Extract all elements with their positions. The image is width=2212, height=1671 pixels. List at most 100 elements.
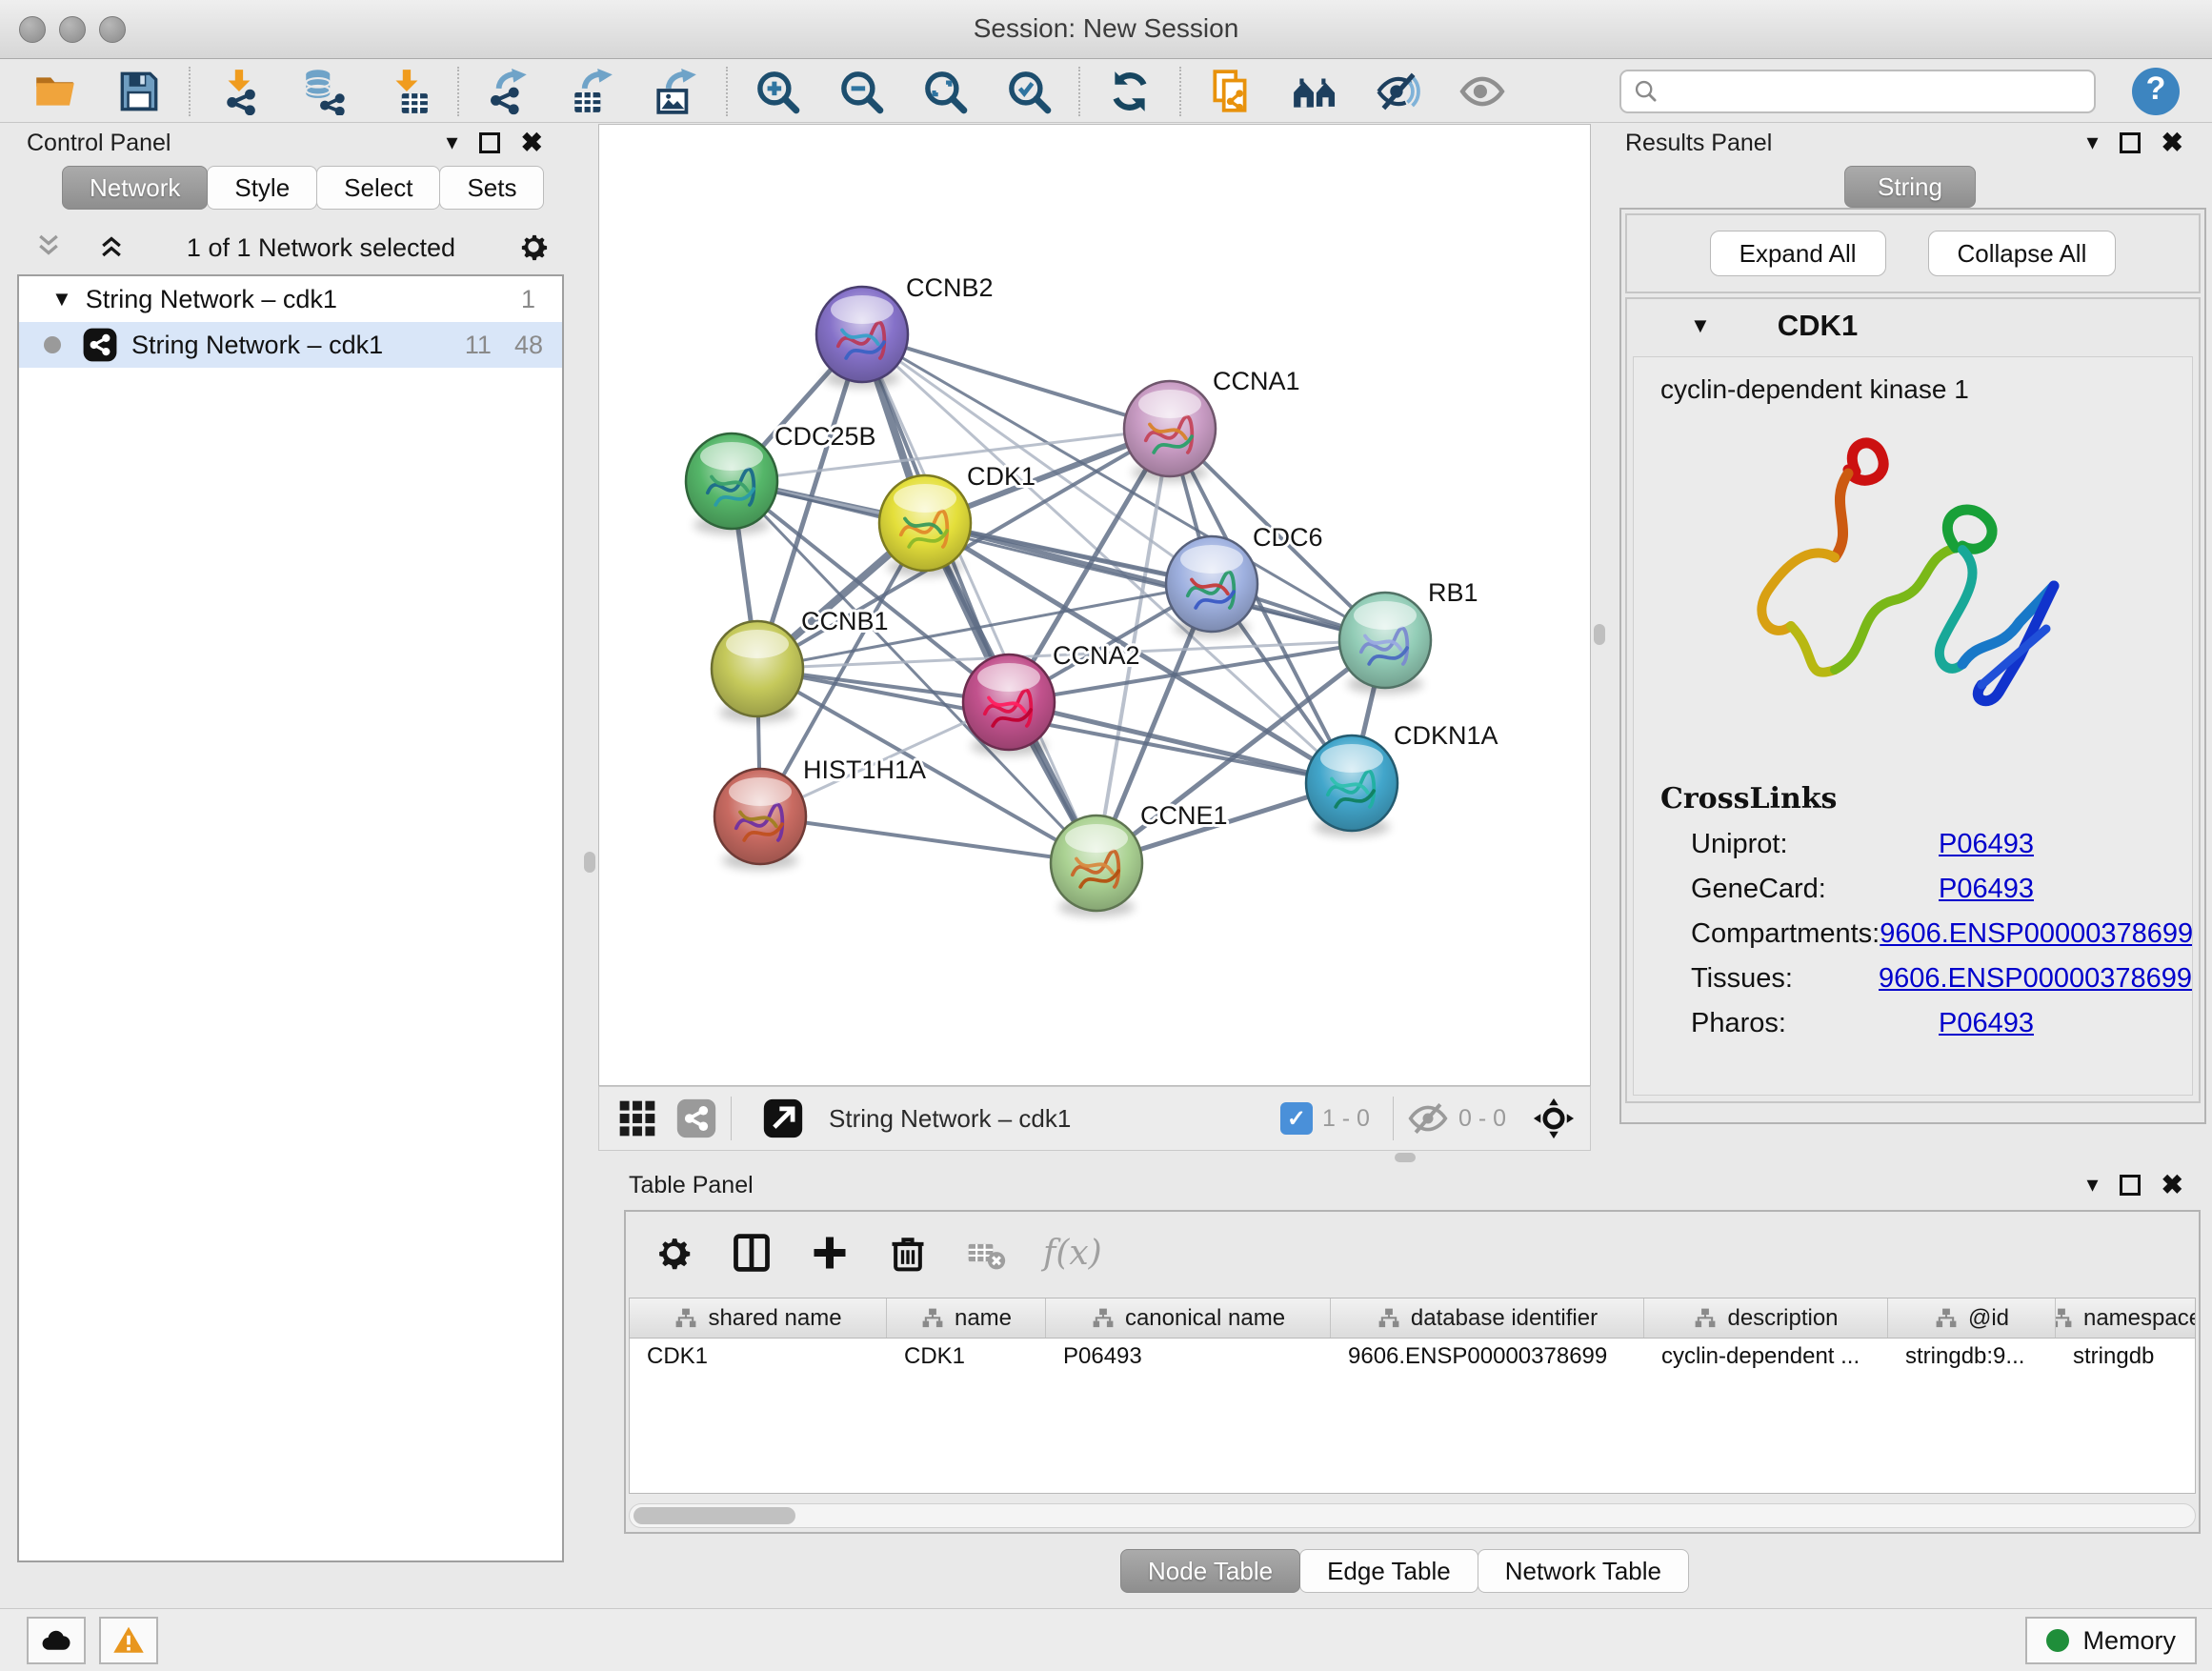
column-header-id[interactable]: @id — [1888, 1299, 2056, 1338]
zoom-in-button[interactable] — [735, 64, 819, 119]
crosslink-link[interactable]: 9606.ENSP00000378699 — [1879, 963, 2192, 995]
string-style-icon[interactable] — [675, 1097, 717, 1139]
copy-network-button[interactable] — [1189, 64, 1273, 119]
tab-sets[interactable]: Sets — [439, 166, 544, 210]
tab-style[interactable]: Style — [207, 166, 317, 210]
export-image-button[interactable] — [634, 64, 718, 119]
panel-float-icon[interactable] — [479, 132, 500, 153]
zoom-selected-button[interactable] — [987, 64, 1071, 119]
tab-network[interactable]: Network — [62, 166, 208, 210]
column-header-database-identifier[interactable]: database identifier — [1331, 1299, 1644, 1338]
cell-shared-name[interactable]: CDK1 — [630, 1339, 887, 1377]
expand-all-button[interactable]: Expand All — [1710, 231, 1886, 276]
horizontal-splitter-handle[interactable] — [1395, 1153, 1416, 1162]
open-session-button[interactable] — [13, 64, 97, 119]
memory-button[interactable]: Memory — [2025, 1617, 2197, 1664]
column-header-canonical-name[interactable]: canonical name — [1046, 1299, 1331, 1338]
panel-close-icon[interactable]: ✖ — [2162, 130, 2183, 156]
warnings-button[interactable] — [99, 1617, 158, 1664]
network-collection-row[interactable]: ▼ String Network – cdk1 1 — [19, 276, 562, 322]
tab-select[interactable]: Select — [316, 166, 440, 210]
cell-description[interactable]: cyclin-dependent ... — [1644, 1339, 1888, 1377]
tab-edge-table[interactable]: Edge Table — [1299, 1549, 1478, 1593]
tab-node-table[interactable]: Node Table — [1120, 1549, 1300, 1593]
crosslink-link[interactable]: P06493 — [1939, 1008, 2034, 1039]
show-all-button[interactable] — [1440, 64, 1524, 119]
network-node-RB1[interactable]: RB1 — [1339, 578, 1478, 694]
first-neighbors-button[interactable] — [1273, 64, 1357, 119]
network-node-CCNB2[interactable]: CCNB2 — [816, 273, 994, 388]
birds-eye-view-icon[interactable] — [616, 1097, 658, 1139]
network-edge[interactable] — [862, 334, 1170, 429]
column-header-name[interactable]: name — [887, 1299, 1046, 1338]
panel-float-icon[interactable] — [2120, 1175, 2141, 1196]
network-node-CDKN1A[interactable]: CDKN1A — [1306, 721, 1498, 836]
export-table-button[interactable] — [551, 64, 634, 119]
zoom-out-button[interactable] — [819, 64, 903, 119]
export-network-button[interactable] — [467, 64, 551, 119]
help-button[interactable]: ? — [2132, 68, 2180, 115]
column-label: shared name — [708, 1305, 841, 1332]
hide-selected-button[interactable] — [1357, 64, 1440, 119]
cell-namespace[interactable]: stringdb — [2056, 1339, 2195, 1377]
export-network-icon — [485, 68, 533, 115]
panel-collapse-icon[interactable]: ▾ — [2086, 1174, 2098, 1197]
table-row[interactable]: CDK1 CDK1 P06493 9606.ENSP00000378699 cy… — [630, 1339, 2195, 1377]
network-node-CCNE1[interactable]: CCNE1 — [1051, 801, 1228, 916]
add-column-icon[interactable] — [809, 1232, 851, 1274]
network-edge[interactable] — [760, 816, 1096, 863]
selected-checkbox-icon[interactable]: ✓ — [1280, 1102, 1313, 1135]
import-network-database-button[interactable] — [282, 64, 366, 119]
panel-float-icon[interactable] — [2120, 132, 2141, 153]
cell-database-identifier[interactable]: 9606.ENSP00000378699 — [1331, 1339, 1644, 1377]
import-network-file-button[interactable] — [198, 64, 282, 119]
function-builder-icon[interactable]: f(x) — [1043, 1234, 1102, 1273]
network-canvas[interactable]: CCNB2CCNA1CDC25BCDK1CDC6RB1CCNB1CCNA2CDK… — [599, 125, 1590, 1085]
network-node-CCNA1[interactable]: CCNA1 — [1124, 367, 1300, 482]
network-node-CDC25B[interactable]: CDC25B — [686, 422, 876, 534]
refresh-button[interactable] — [1088, 64, 1172, 119]
collection-expand-icon[interactable]: ▼ — [51, 287, 72, 312]
network-node-HIST1H1A[interactable]: HIST1H1A — [714, 755, 926, 870]
zoom-fit-button[interactable] — [903, 64, 987, 119]
delete-column-icon[interactable] — [887, 1232, 929, 1274]
network-options-gear-icon[interactable] — [516, 230, 551, 267]
node-details-header[interactable]: ▼ CDK1 — [1627, 299, 2199, 352]
scrollbar-thumb[interactable] — [633, 1507, 795, 1524]
collapse-all-button[interactable]: Collapse All — [1928, 231, 2117, 276]
cell-id[interactable]: stringdb:9... — [1888, 1339, 2056, 1377]
network-view[interactable]: CCNB2CCNA1CDC25BCDK1CDC6RB1CCNB1CCNA2CDK… — [598, 124, 1591, 1086]
network-edge[interactable] — [1009, 702, 1352, 783]
import-table-button[interactable] — [366, 64, 450, 119]
import-network-file-icon — [216, 68, 264, 115]
panel-close-icon[interactable]: ✖ — [2162, 1172, 2183, 1198]
panel-close-icon[interactable]: ✖ — [521, 130, 543, 156]
expand-all-networks-icon[interactable] — [97, 232, 126, 265]
panel-collapse-icon[interactable]: ▾ — [2086, 131, 2098, 154]
cloud-status-button[interactable] — [27, 1617, 86, 1664]
cell-canonical-name[interactable]: P06493 — [1046, 1339, 1331, 1377]
column-header-description[interactable]: description — [1644, 1299, 1888, 1338]
column-header-shared-name[interactable]: shared name — [630, 1299, 887, 1338]
entry-expand-icon[interactable]: ▼ — [1690, 313, 1711, 338]
collapse-all-networks-icon[interactable] — [34, 232, 63, 265]
right-splitter-handle[interactable] — [1594, 624, 1605, 645]
delete-table-icon[interactable] — [965, 1232, 1007, 1274]
network-row[interactable]: String Network – cdk1 11 48 — [19, 322, 562, 368]
tab-string[interactable]: String — [1844, 166, 1976, 208]
panel-collapse-icon[interactable]: ▾ — [446, 131, 457, 154]
fit-content-crosshair-icon[interactable] — [1533, 1097, 1575, 1139]
tab-network-table[interactable]: Network Table — [1478, 1549, 1689, 1593]
save-session-button[interactable] — [97, 64, 181, 119]
crosslink-link[interactable]: P06493 — [1939, 829, 2034, 860]
left-splitter-handle[interactable] — [584, 852, 595, 873]
crosslink-link[interactable]: 9606.ENSP00000378699 — [1880, 918, 2193, 950]
select-columns-icon[interactable] — [731, 1232, 773, 1274]
cell-name[interactable]: CDK1 — [887, 1339, 1046, 1377]
table-horizontal-scrollbar[interactable] — [629, 1503, 2196, 1528]
search-input[interactable] — [1667, 77, 2082, 106]
open-in-browser-icon[interactable] — [762, 1097, 804, 1139]
table-options-gear-icon[interactable] — [653, 1232, 694, 1274]
crosslink-link[interactable]: P06493 — [1939, 874, 2034, 905]
column-header-namespace[interactable]: namespace — [2056, 1299, 2195, 1338]
